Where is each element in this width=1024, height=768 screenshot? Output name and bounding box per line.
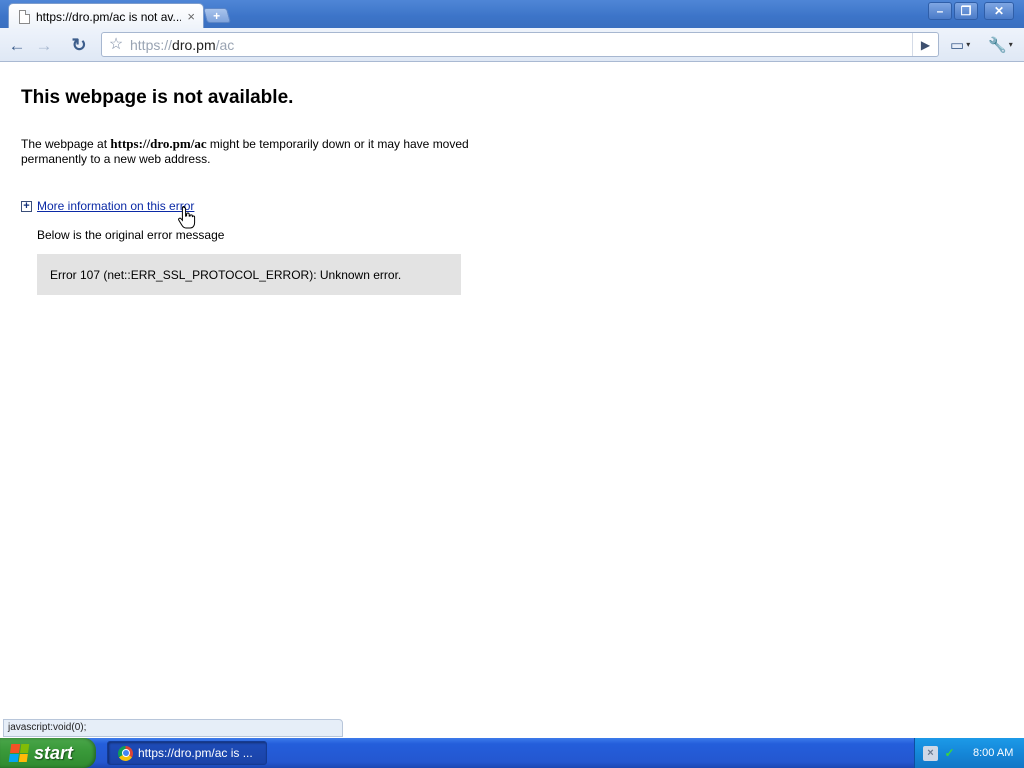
start-button[interactable]: start <box>0 738 96 768</box>
tab-close-icon[interactable]: × <box>187 10 195 23</box>
address-bar[interactable]: ☆ https://dro.pm/ac ▶ <box>101 32 939 57</box>
desc-prefix: The webpage at <box>21 137 111 151</box>
bookmark-star-icon[interactable]: ☆ <box>102 36 130 53</box>
title-bar: https://dro.pm/ac is not av... × + – ❐ ✕ <box>0 0 1024 29</box>
back-button[interactable]: ← <box>4 34 30 56</box>
close-window-button[interactable]: ✕ <box>984 2 1014 20</box>
more-info-link[interactable]: More information on this error <box>37 199 194 213</box>
expand-plus-icon[interactable]: + <box>21 200 32 212</box>
more-info-toggle[interactable]: + More information on this error <box>21 199 194 213</box>
tab-title: https://dro.pm/ac is not av... <box>36 9 182 24</box>
url-host: dro.pm <box>172 36 216 53</box>
chrome-icon <box>118 745 133 761</box>
maximize-button[interactable]: ❐ <box>954 2 978 20</box>
error-description: The webpage at https://dro.pm/ac might b… <box>21 136 471 167</box>
reload-button[interactable]: ↻ <box>66 34 92 56</box>
taskbar: start https://dro.pm/ac is ... × ✓ 8:00 … <box>0 738 1024 768</box>
chevron-down-icon: ▾ <box>1008 40 1013 49</box>
chevron-down-icon: ▾ <box>966 40 971 49</box>
error-code-box: Error 107 (net::ERR_SSL_PROTOCOL_ERROR):… <box>37 254 461 295</box>
wrench-icon: 🔧 <box>988 36 1007 54</box>
page-content: This webpage is not available. The webpa… <box>0 63 1024 738</box>
taskbar-chrome-window[interactable]: https://dro.pm/ac is ... <box>107 741 267 765</box>
go-arrow-icon[interactable]: ▶ <box>912 33 938 56</box>
desc-url: https://dro.pm/ac <box>110 136 207 151</box>
network-icon[interactable]: × <box>923 745 938 761</box>
tab-active[interactable]: https://dro.pm/ac is not av... × <box>8 3 204 29</box>
error-code-text: Error 107 (net::ERR_SSL_PROTOCOL_ERROR):… <box>50 267 402 282</box>
windows-flag-icon <box>8 744 30 762</box>
page-title: This webpage is not available. <box>21 87 294 108</box>
url-text[interactable]: https://dro.pm/ac <box>130 37 912 53</box>
clock[interactable]: 8:00 AM <box>973 747 1013 759</box>
hand-cursor-icon <box>178 206 196 229</box>
page-menu-icon: ▭ <box>950 36 965 54</box>
taskbar-item-label: https://dro.pm/ac is ... <box>138 746 253 760</box>
system-tray: × ✓ 8:00 AM <box>914 738 1024 768</box>
start-label: start <box>34 742 74 763</box>
security-shield-icon[interactable]: ✓ <box>942 746 957 761</box>
page-icon <box>19 9 30 24</box>
status-bar: javascript:void(0); <box>3 719 343 737</box>
below-original-message: Below is the original error message <box>37 228 225 242</box>
plus-icon: + <box>213 8 221 23</box>
new-tab-button[interactable]: + <box>202 8 232 23</box>
wrench-menu-button[interactable]: 🔧 ▾ <box>988 36 1013 54</box>
forward-button[interactable]: → <box>31 34 57 56</box>
browser-toolbar: ← → ↻ ☆ https://dro.pm/ac ▶ ▭ ▾ 🔧 ▾ <box>0 28 1024 62</box>
url-path: /ac <box>215 36 235 53</box>
page-menu-button[interactable]: ▭ ▾ <box>950 36 970 54</box>
url-scheme: https:// <box>130 36 173 53</box>
minimize-button[interactable]: – <box>928 2 952 20</box>
